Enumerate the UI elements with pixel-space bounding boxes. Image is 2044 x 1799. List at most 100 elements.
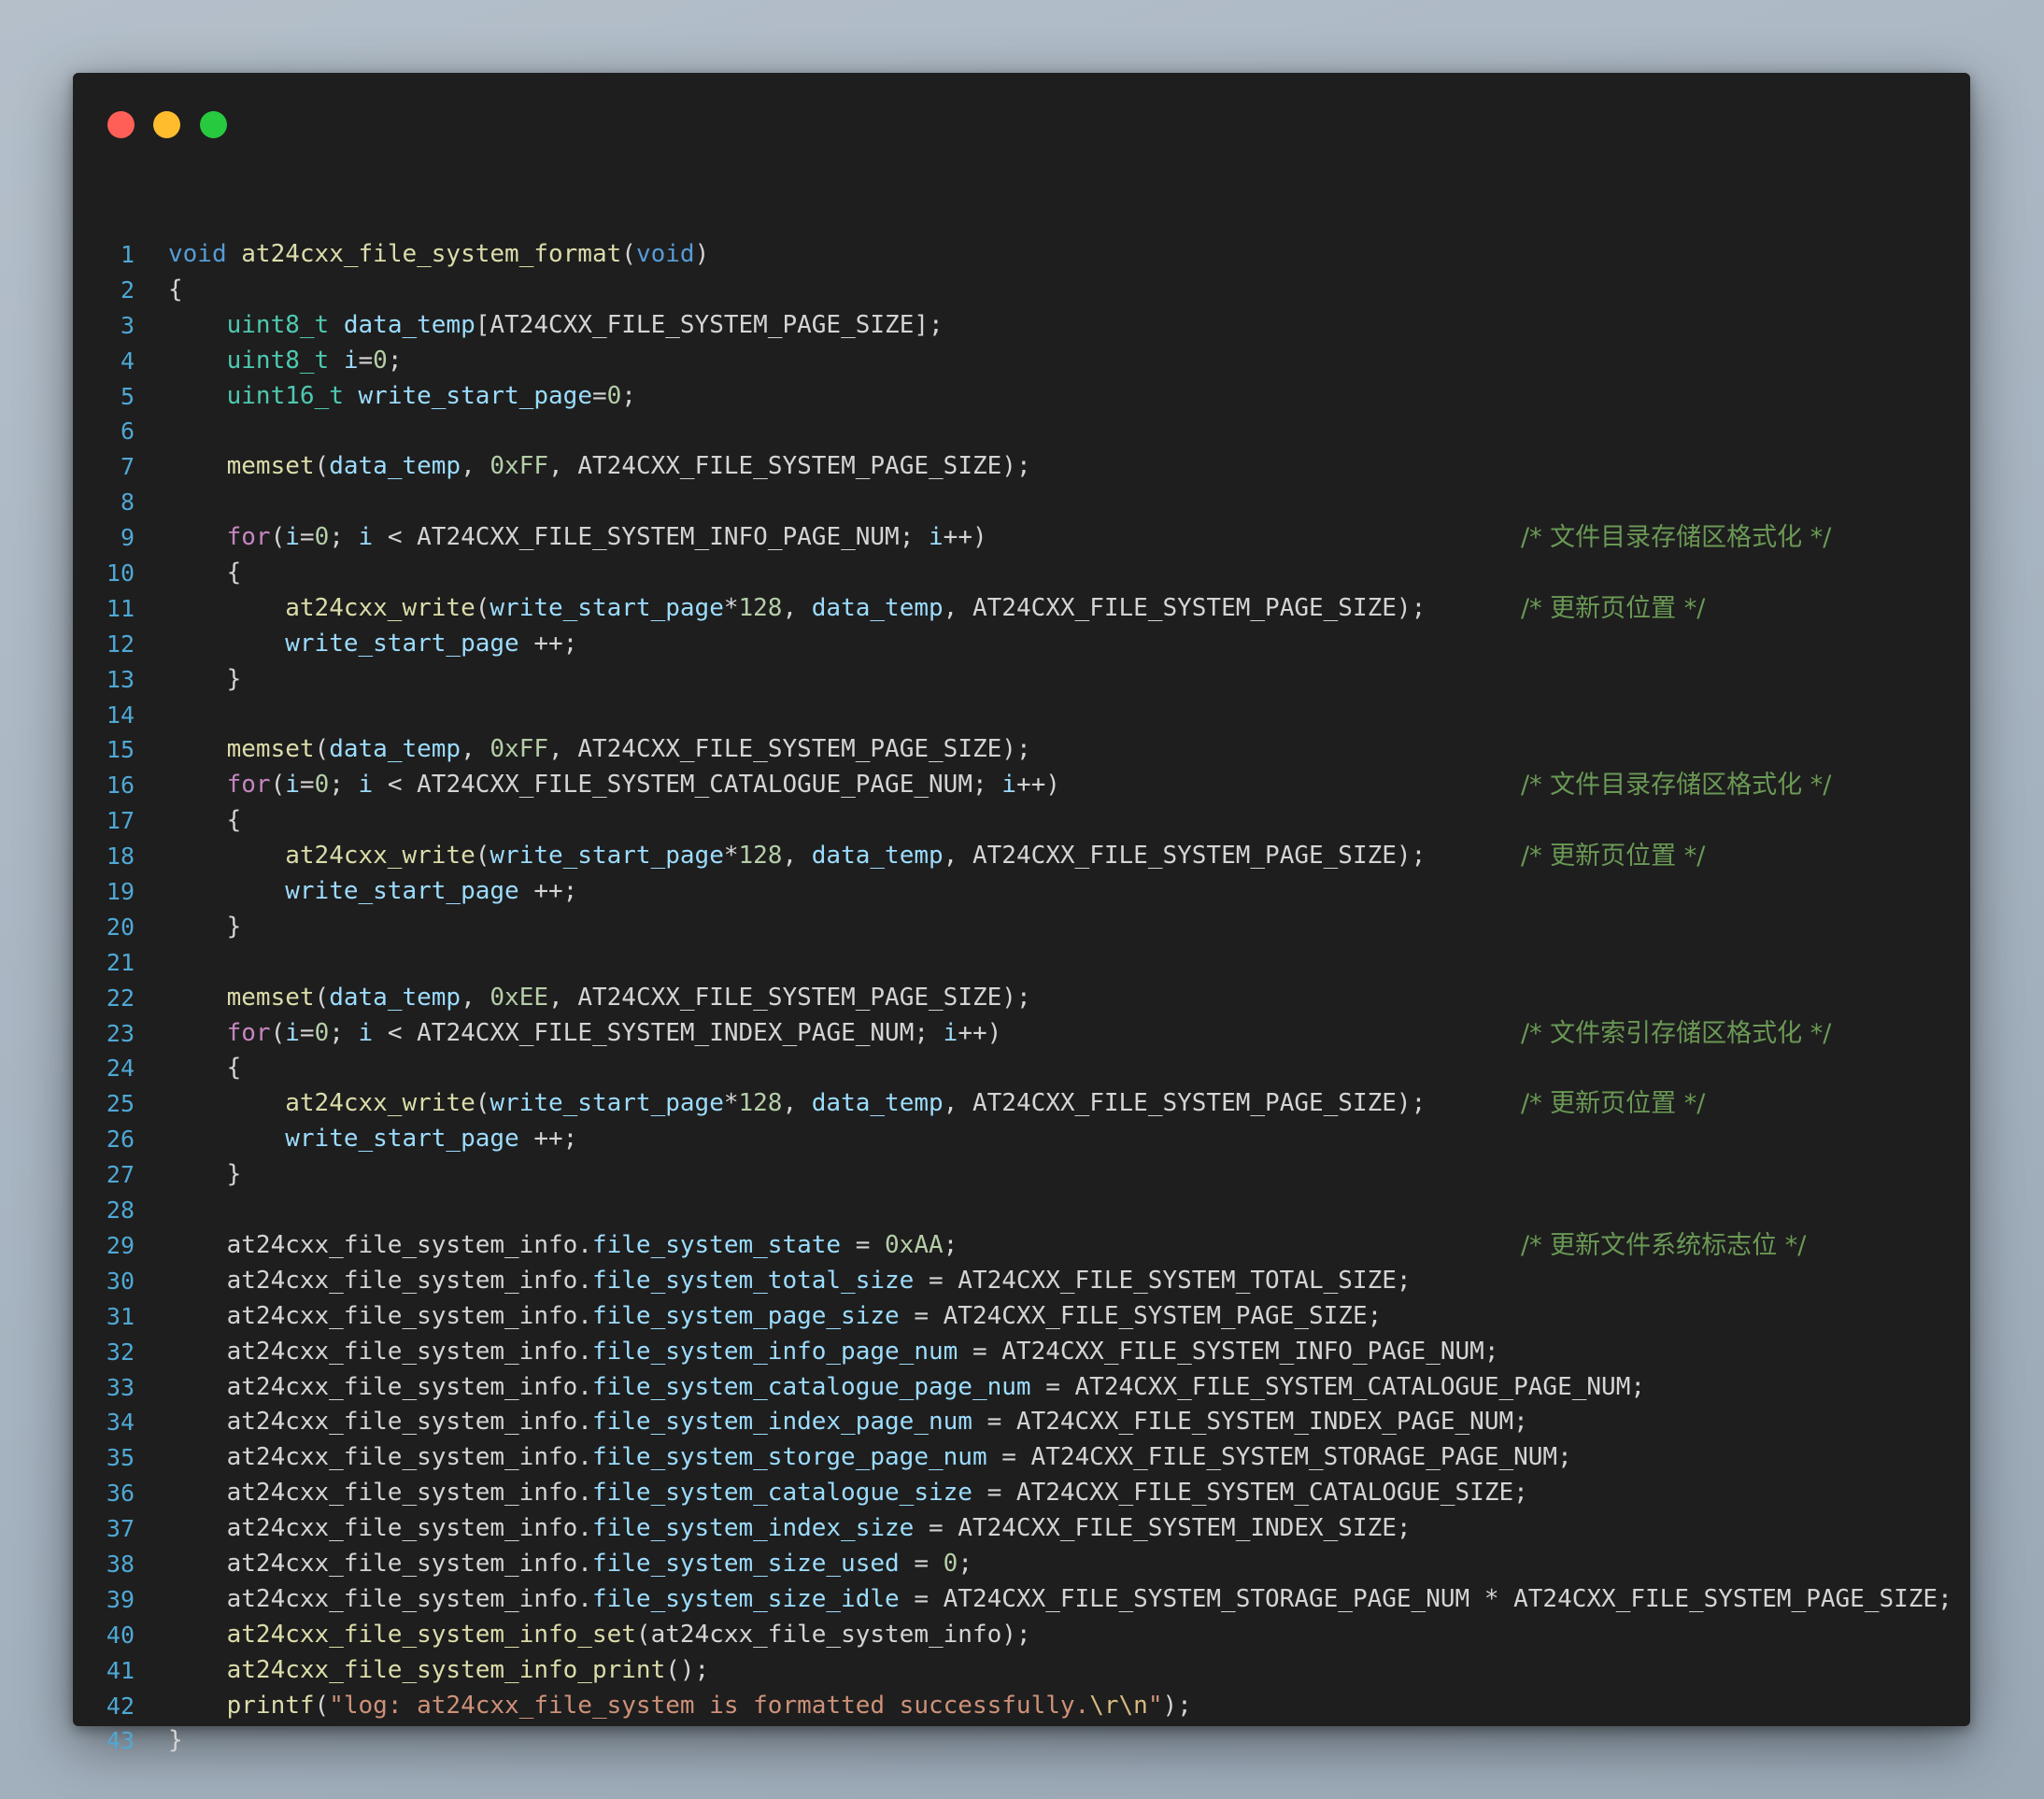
- code-token: uint16_t: [226, 381, 344, 410]
- code-text: at24cxx_file_system_info_print();: [168, 1653, 710, 1689]
- code-line: 8: [73, 485, 1970, 520]
- code-token: (at24cxx_file_system_info);: [635, 1620, 1031, 1649]
- code-text: }: [168, 662, 242, 698]
- code-token: = AT24CXX_FILE_SYSTEM_CATALOGUE_SIZE;: [972, 1479, 1528, 1508]
- code-line: 20 }: [73, 910, 1970, 945]
- line-number: 25: [106, 1090, 135, 1118]
- code-line: 28: [73, 1193, 1970, 1228]
- code-line: 4 uint8_t i=0;: [73, 344, 1970, 379]
- code-editor[interactable]: 1 void at24cxx_file_system_format(void) 2{…: [73, 237, 1970, 1759]
- code-token: file_system_index_size: [591, 1514, 915, 1543]
- code-text: {: [168, 556, 242, 591]
- code-token: (: [314, 452, 330, 481]
- code-text: {: [168, 1051, 242, 1086]
- code-token: file_system_state: [591, 1230, 842, 1259]
- line-number: 27: [106, 1161, 135, 1189]
- line-number: 2: [120, 276, 135, 304]
- code-token: }: [168, 1160, 242, 1189]
- code-token: at24cxx_file_system_info_print: [226, 1655, 666, 1684]
- code-text: at24cxx_file_system_info_set(at24cxx_fil…: [168, 1618, 1031, 1653]
- code-text: }: [168, 910, 242, 945]
- code-token: {: [168, 1054, 242, 1083]
- code-token: data_temp: [329, 983, 461, 1012]
- code-token: *: [723, 1089, 739, 1118]
- code-token: ,: [782, 593, 812, 622]
- code-text: uint8_t data_temp[AT24CXX_FILE_SYSTEM_PA…: [168, 308, 944, 344]
- code-line: 15 memset(data_temp, 0xFF, AT24CXX_FILE_…: [73, 732, 1970, 768]
- code-token: (: [270, 523, 286, 552]
- code-token: file_system_size_idle: [591, 1584, 900, 1613]
- code-text: at24cxx_file_system_info.file_system_sto…: [168, 1440, 1572, 1476]
- code-token: ;: [387, 346, 403, 375]
- code-line: 27 }: [73, 1157, 1970, 1193]
- code-line: 26 write_start_page ++;: [73, 1122, 1970, 1157]
- code-token: file_system_page_size: [591, 1301, 900, 1330]
- code-token: void: [168, 240, 227, 268]
- code-token: file_system_total_size: [591, 1266, 915, 1295]
- code-token: ++;: [518, 877, 578, 906]
- code-text: at24cxx_file_system_info.file_system_pag…: [168, 1299, 1383, 1335]
- code-token: i: [285, 523, 300, 552]
- code-token: i: [285, 1018, 300, 1047]
- line-number: 24: [106, 1055, 135, 1083]
- code-line: 12 write_start_page ++;: [73, 627, 1970, 662]
- code-token: uint8_t: [226, 346, 330, 375]
- code-text: {: [168, 273, 183, 308]
- code-token: file_system_index_page_num: [591, 1408, 972, 1437]
- code-line: 1 void at24cxx_file_system_format(void): [73, 237, 1970, 273]
- code-token: 0: [314, 1018, 330, 1047]
- code-comment: /* 更新页位置 */: [1521, 593, 1706, 623]
- code-token: < AT24CXX_FILE_SYSTEM_INFO_PAGE_NUM;: [373, 523, 930, 552]
- code-line: 34 at24cxx_file_system_info.file_system_…: [73, 1405, 1970, 1440]
- code-line: 40 at24cxx_file_system_info_set(at24cxx_…: [73, 1618, 1970, 1653]
- line-number: 7: [120, 453, 135, 481]
- code-token: ;: [329, 523, 359, 552]
- line-number: 32: [106, 1338, 135, 1366]
- code-token: ": [1147, 1691, 1163, 1720]
- code-token: at24cxx_file_system_info.: [168, 1301, 592, 1330]
- code-text: at24cxx_file_system_info.file_system_siz…: [168, 1582, 1952, 1618]
- line-number: 6: [120, 418, 135, 446]
- code-line: 42 printf("log: at24cxx_file_system is f…: [73, 1689, 1970, 1724]
- code-text: printf("log: at24cxx_file_system is form…: [168, 1689, 1192, 1724]
- line-number: 19: [106, 878, 135, 906]
- code-token: < AT24CXX_FILE_SYSTEM_INDEX_PAGE_NUM;: [373, 1018, 944, 1047]
- code-line: 21: [73, 945, 1970, 981]
- code-text: at24cxx_file_system_info.file_system_ind…: [168, 1405, 1528, 1440]
- code-text: uint16_t write_start_page=0;: [168, 379, 636, 415]
- code-token: , AT24CXX_FILE_SYSTEM_PAGE_SIZE);: [548, 735, 1031, 764]
- code-line: 3 uint8_t data_temp[AT24CXX_FILE_SYSTEM_…: [73, 308, 1970, 344]
- code-token: at24cxx_file_system_info.: [168, 1514, 592, 1543]
- close-dot-icon[interactable]: [107, 111, 135, 138]
- code-token: file_system_catalogue_page_num: [591, 1372, 1031, 1401]
- code-token: at24cxx_file_system_info.: [168, 1584, 592, 1613]
- code-token: ++;: [518, 1125, 578, 1154]
- code-token: ++): [943, 523, 987, 552]
- code-line: 17 {: [73, 803, 1970, 839]
- code-token: = AT24CXX_FILE_SYSTEM_STORAGE_PAGE_NUM;: [987, 1443, 1572, 1472]
- code-token: for: [226, 523, 271, 552]
- line-number: 4: [120, 347, 135, 375]
- code-comment: /* 文件目录存储区格式化 */: [1521, 523, 1832, 553]
- line-number: 1: [120, 241, 135, 268]
- code-line: 14: [73, 698, 1970, 733]
- code-line: 39 at24cxx_file_system_info.file_system_…: [73, 1582, 1970, 1618]
- code-token: \r\n: [1089, 1691, 1148, 1720]
- code-line: 43}: [73, 1723, 1970, 1759]
- minimize-dot-icon[interactable]: [153, 111, 180, 138]
- line-number: 10: [106, 560, 135, 588]
- code-token: i: [358, 771, 374, 800]
- code-text: for(i=0; i < AT24CXX_FILE_SYSTEM_INFO_PA…: [168, 520, 987, 556]
- code-token: write_start_page: [285, 1125, 519, 1154]
- maximize-dot-icon[interactable]: [200, 111, 227, 138]
- code-token: , AT24CXX_FILE_SYSTEM_PAGE_SIZE);: [943, 593, 1427, 622]
- code-token: data_temp: [329, 452, 461, 481]
- code-token: data_temp: [811, 842, 944, 871]
- code-line: 7 memset(data_temp, 0xFF, AT24CXX_FILE_S…: [73, 449, 1970, 485]
